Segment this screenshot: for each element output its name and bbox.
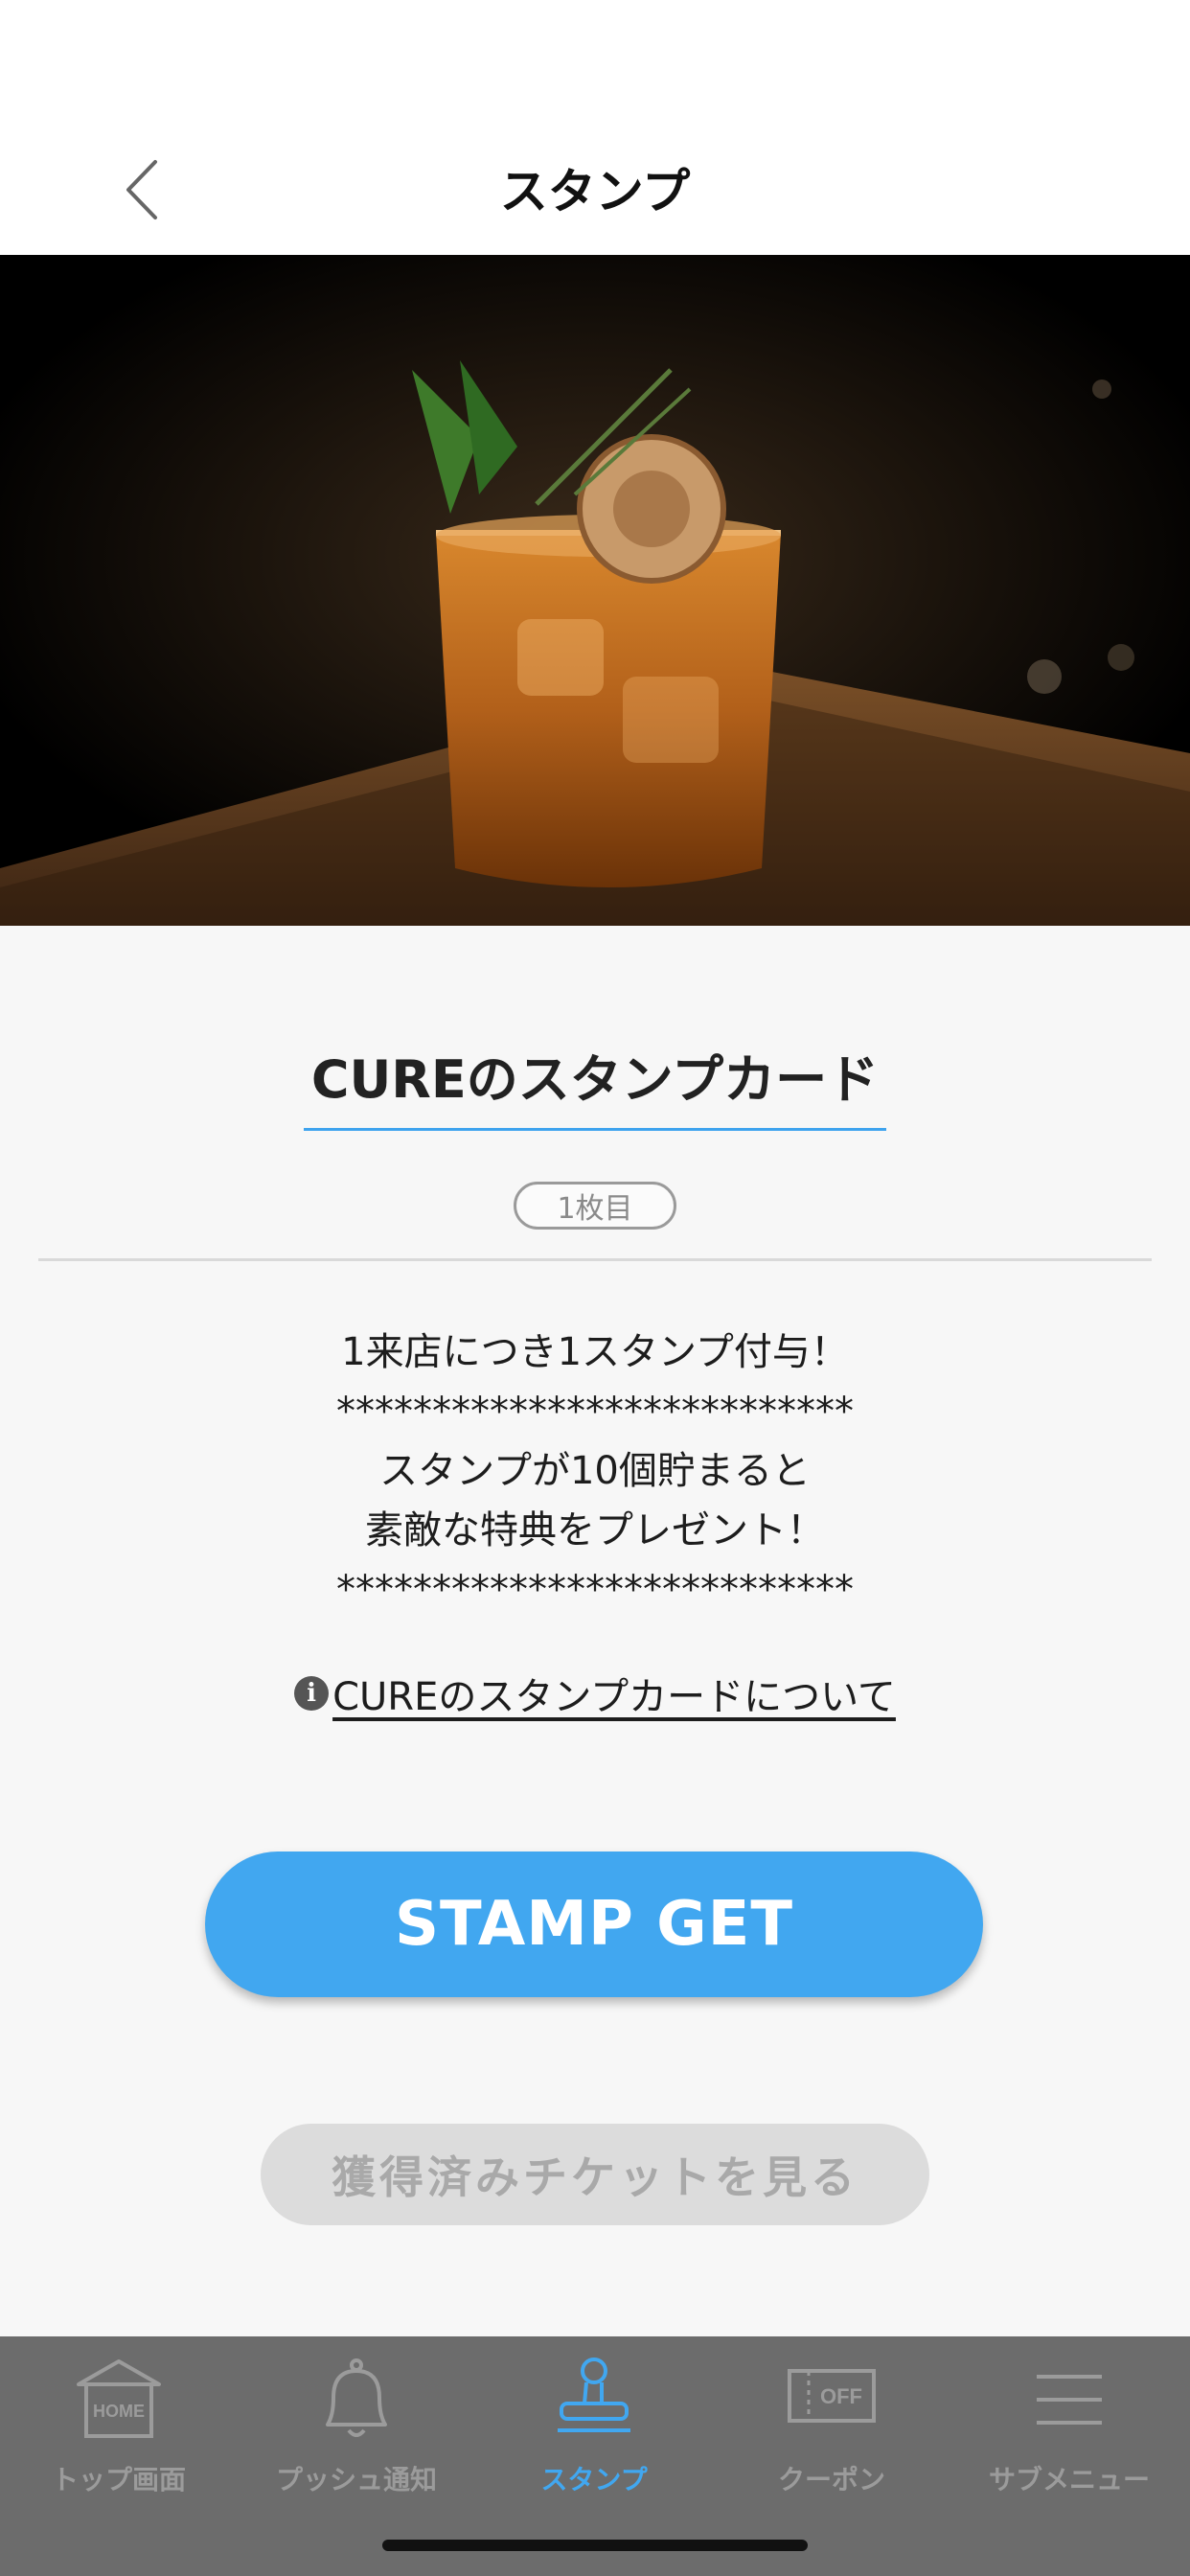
about-link[interactable]: i CUREのスタンプカードについて — [0, 1666, 1190, 1721]
menu-icon — [1037, 2375, 1102, 2425]
tab-push[interactable]: プッシュ通知 — [238, 2356, 475, 2518]
about-link-label[interactable]: CUREのスタンプカードについて — [332, 1675, 896, 1719]
tab-submenu[interactable]: サブメニュー — [950, 2356, 1188, 2518]
home-indicator — [382, 2540, 808, 2551]
card-title-wrap: CUREのスタンプカード — [0, 1037, 1190, 1131]
hero-image — [0, 255, 1190, 926]
card-title: CUREのスタンプカード — [303, 1037, 887, 1131]
card-description: 1来店につき1スタンプ付与！ *************************… — [0, 1322, 1190, 1620]
tab-stamp[interactable]: スタンプ — [475, 2356, 713, 2518]
tab-coupon[interactable]: OFF クーポン — [713, 2356, 950, 2518]
sheet-badge: 1枚目 — [514, 1182, 676, 1230]
divider — [38, 1258, 1152, 1261]
description-line: 素敵な特典をプレゼント！ — [365, 1508, 825, 1552]
description-line: *************************** — [336, 1390, 854, 1434]
header: スタンプ — [0, 0, 1190, 255]
coupon-icon: OFF — [788, 2369, 876, 2423]
description-line: *************************** — [336, 1568, 854, 1612]
tab-label: サブメニュー — [988, 2464, 1150, 2496]
tab-label: クーポン — [777, 2464, 885, 2496]
bell-icon — [326, 2358, 387, 2437]
tab-label: プッシュ通知 — [275, 2464, 437, 2496]
tab-label: スタンプ — [540, 2464, 648, 2496]
stamp-icon — [558, 2358, 630, 2432]
home-icon-text: HOME — [93, 2402, 145, 2421]
description-line: スタンプが10個貯まると — [379, 1449, 811, 1493]
description-line: 1来店につき1スタンプ付与！ — [341, 1330, 849, 1374]
page-title: スタンプ — [499, 164, 691, 219]
stamp-get-button[interactable]: STAMP GET — [205, 1852, 983, 1997]
info-icon: i — [294, 1676, 330, 1711]
coupon-icon-text: OFF — [820, 2384, 862, 2408]
home-icon: HOME — [77, 2359, 161, 2438]
view-tickets-button[interactable]: 獲得済みチケットを見る — [261, 2124, 929, 2225]
tab-top[interactable]: HOME トップ画面 — [0, 2356, 238, 2518]
tab-label: トップ画面 — [51, 2464, 186, 2496]
